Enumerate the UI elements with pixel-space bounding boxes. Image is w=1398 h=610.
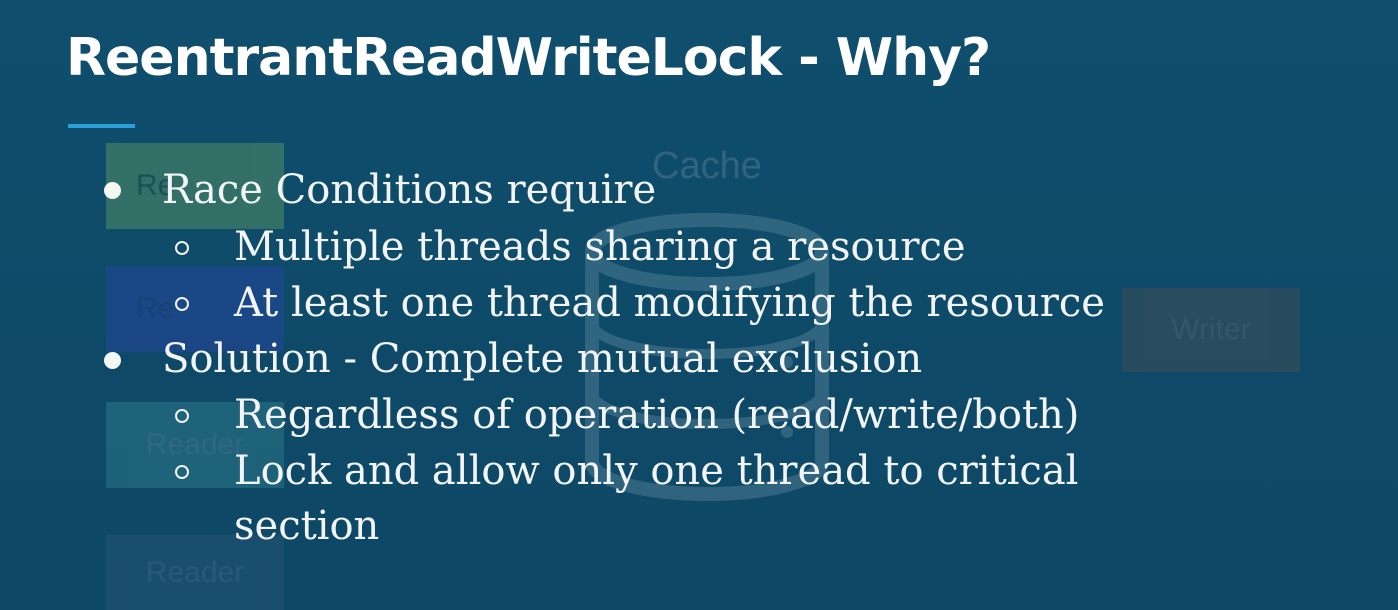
bullet-list: Race Conditions require Multiple threads… bbox=[0, 0, 1398, 610]
sub-bullet-item: At least one thread modifying the resour… bbox=[234, 275, 1105, 331]
bullet-text: Solution - Complete mutual exclusion bbox=[162, 336, 923, 382]
sub-bullet-item: Regardless of operation (read/write/both… bbox=[234, 387, 1079, 443]
sub-bullet-item: Multiple threads sharing a resource bbox=[234, 219, 966, 275]
bullet-item: Solution - Complete mutual exclusion bbox=[162, 331, 922, 387]
bullet-dot-icon bbox=[104, 182, 121, 199]
sub-bullet-text: At least one thread modifying the resour… bbox=[234, 280, 1105, 326]
slide: Re Re Reader Reader Writer Cache Reentra… bbox=[0, 0, 1398, 610]
sub-bullet-text: section bbox=[234, 503, 380, 549]
bullet-dot-icon bbox=[104, 352, 121, 369]
sub-bullet-text: Lock and allow only one thread to critic… bbox=[234, 448, 1079, 494]
sub-bullet-circle-icon bbox=[175, 465, 189, 479]
sub-bullet-continuation: section bbox=[234, 498, 379, 554]
sub-bullet-text: Multiple threads sharing a resource bbox=[234, 224, 966, 270]
bullet-text: Race Conditions require bbox=[162, 167, 657, 213]
sub-bullet-item: Lock and allow only one thread to critic… bbox=[234, 443, 1078, 499]
sub-bullet-circle-icon bbox=[175, 297, 189, 311]
sub-bullet-circle-icon bbox=[175, 241, 189, 255]
sub-bullet-text: Regardless of operation (read/write/both… bbox=[234, 392, 1080, 438]
bullet-item: Race Conditions require bbox=[162, 162, 656, 218]
sub-bullet-circle-icon bbox=[175, 409, 189, 423]
